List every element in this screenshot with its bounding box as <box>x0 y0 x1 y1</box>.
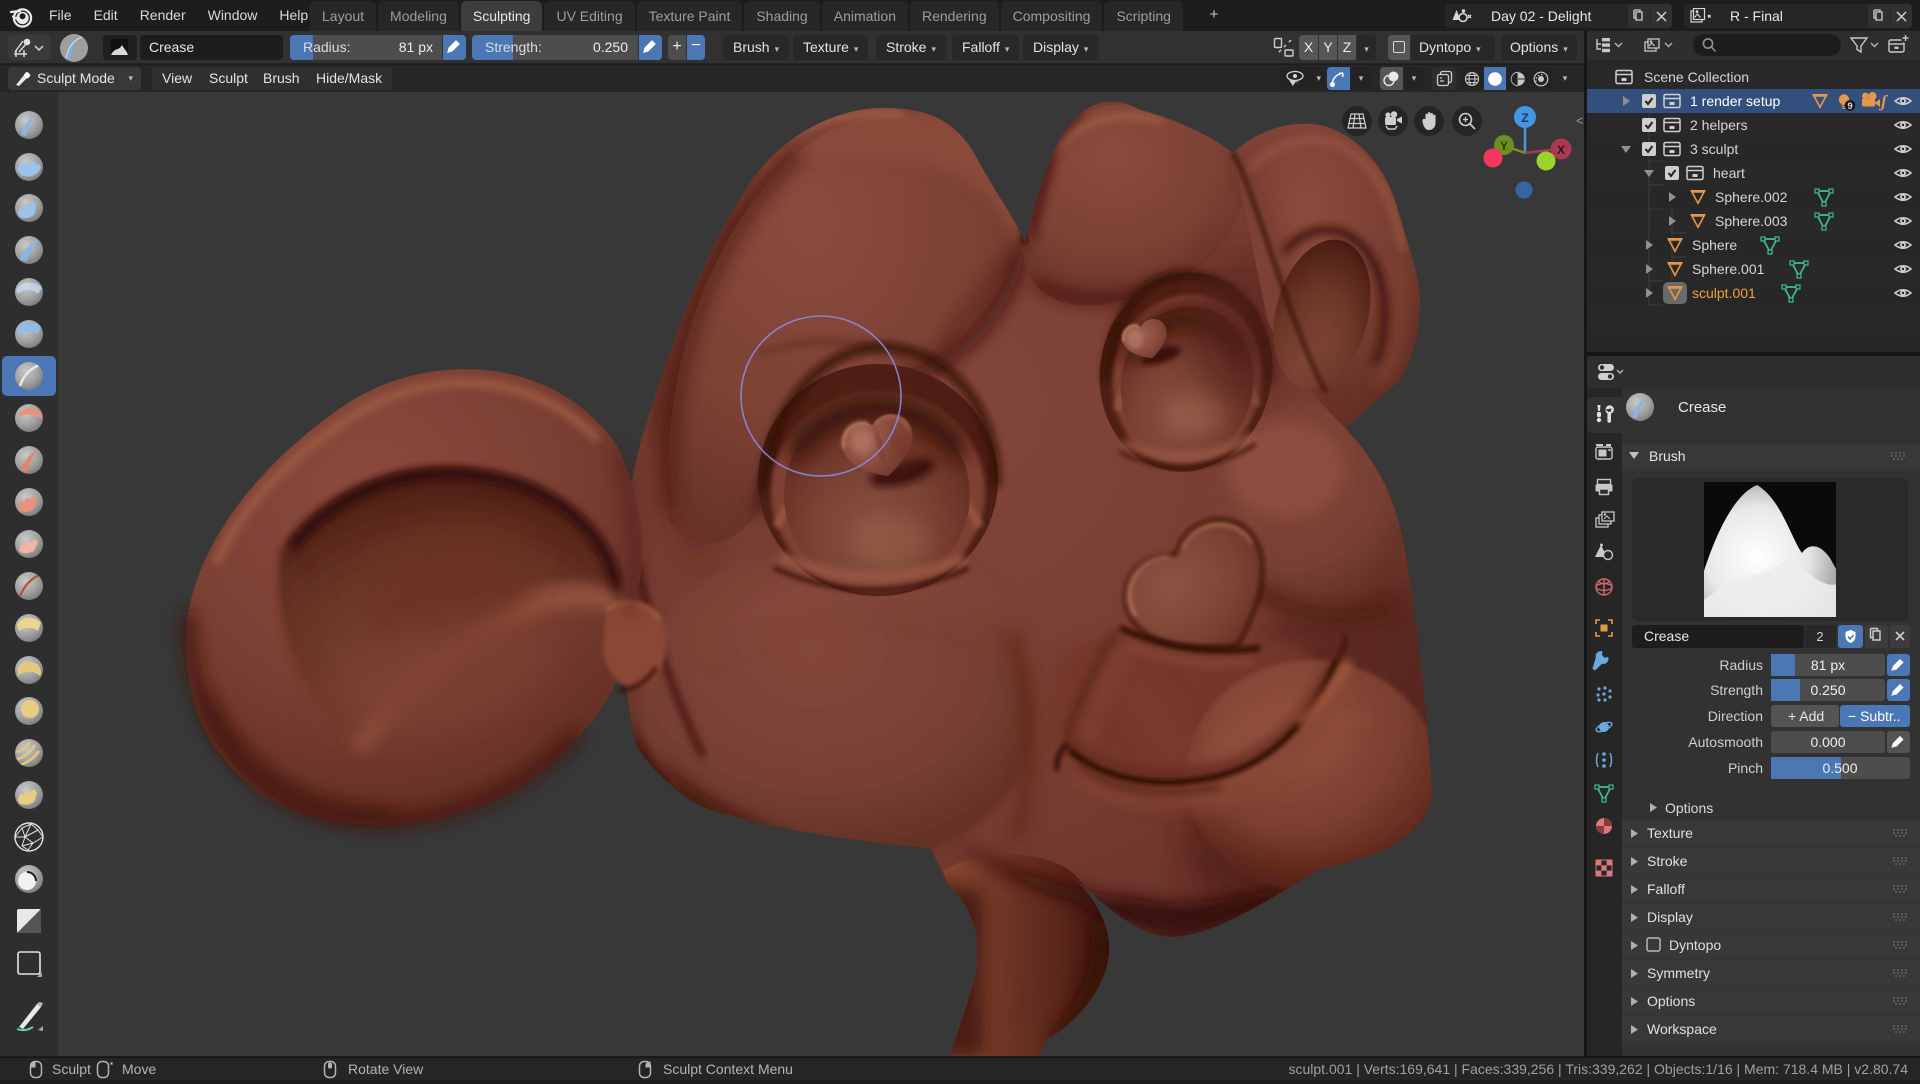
svg-text:Crease: Crease <box>1678 399 1726 416</box>
svg-text:sculpt.001 | Verts:169,641 | F: sculpt.001 | Verts:169,641 | Faces:339,2… <box>1288 1061 1908 1077</box>
svg-text:Stroke: Stroke <box>1647 853 1688 869</box>
svg-text:Workspace: Workspace <box>1647 1021 1717 1037</box>
svg-text:81 px: 81 px <box>1811 657 1845 673</box>
svg-text:Radius: Radius <box>1719 657 1763 673</box>
svg-text:Sphere.003: Sphere.003 <box>1715 213 1788 229</box>
svg-text:sculpt.001: sculpt.001 <box>1692 285 1756 301</box>
svg-text:Autosmooth: Autosmooth <box>1688 734 1763 750</box>
svg-text:Z: Z <box>1521 111 1528 125</box>
svg-text:0.250: 0.250 <box>1810 682 1845 698</box>
svg-text:Move: Move <box>122 1061 156 1077</box>
svg-text:Pinch: Pinch <box>1728 760 1763 776</box>
svg-text:Symmetry: Symmetry <box>1647 965 1710 981</box>
svg-text:Options: Options <box>1665 800 1713 816</box>
svg-text:0.000: 0.000 <box>1810 734 1845 750</box>
svg-text:2: 2 <box>1816 629 1823 644</box>
svg-text:Brush: Brush <box>1649 448 1686 464</box>
svg-text:X: X <box>1557 143 1565 157</box>
svg-text:Falloff: Falloff <box>1647 881 1685 897</box>
svg-text:Sculpt Context Menu: Sculpt Context Menu <box>663 1061 793 1077</box>
svg-text:Sculpt: Sculpt <box>52 1061 91 1077</box>
svg-text:− Subtr..: − Subtr.. <box>1848 708 1901 724</box>
svg-text:Sphere: Sphere <box>1692 237 1737 253</box>
svg-text:Direction: Direction <box>1708 708 1763 724</box>
svg-text:Crease: Crease <box>1644 628 1689 644</box>
svg-text:1 render setup: 1 render setup <box>1690 93 1780 109</box>
svg-text:<: < <box>1576 113 1584 128</box>
svg-text:Scene Collection: Scene Collection <box>1644 69 1749 85</box>
svg-text:Options: Options <box>1647 993 1695 1009</box>
svg-text:Texture: Texture <box>1647 825 1693 841</box>
svg-text:Rotate View: Rotate View <box>348 1061 424 1077</box>
svg-text:2 helpers: 2 helpers <box>1690 117 1748 133</box>
svg-text:+ Add: + Add <box>1788 708 1824 724</box>
svg-text:9: 9 <box>1847 101 1852 112</box>
svg-text:Sphere.001: Sphere.001 <box>1692 261 1765 277</box>
svg-text:Sphere.002: Sphere.002 <box>1715 189 1788 205</box>
svg-text:0.500: 0.500 <box>1822 760 1857 776</box>
svg-text:Y: Y <box>1500 139 1508 153</box>
svg-text:Display: Display <box>1647 909 1693 925</box>
svg-text:heart: heart <box>1713 165 1745 181</box>
svg-text:Dyntopo: Dyntopo <box>1669 937 1721 953</box>
svg-text:Strength: Strength <box>1710 682 1763 698</box>
svg-text:3 sculpt: 3 sculpt <box>1690 141 1738 157</box>
